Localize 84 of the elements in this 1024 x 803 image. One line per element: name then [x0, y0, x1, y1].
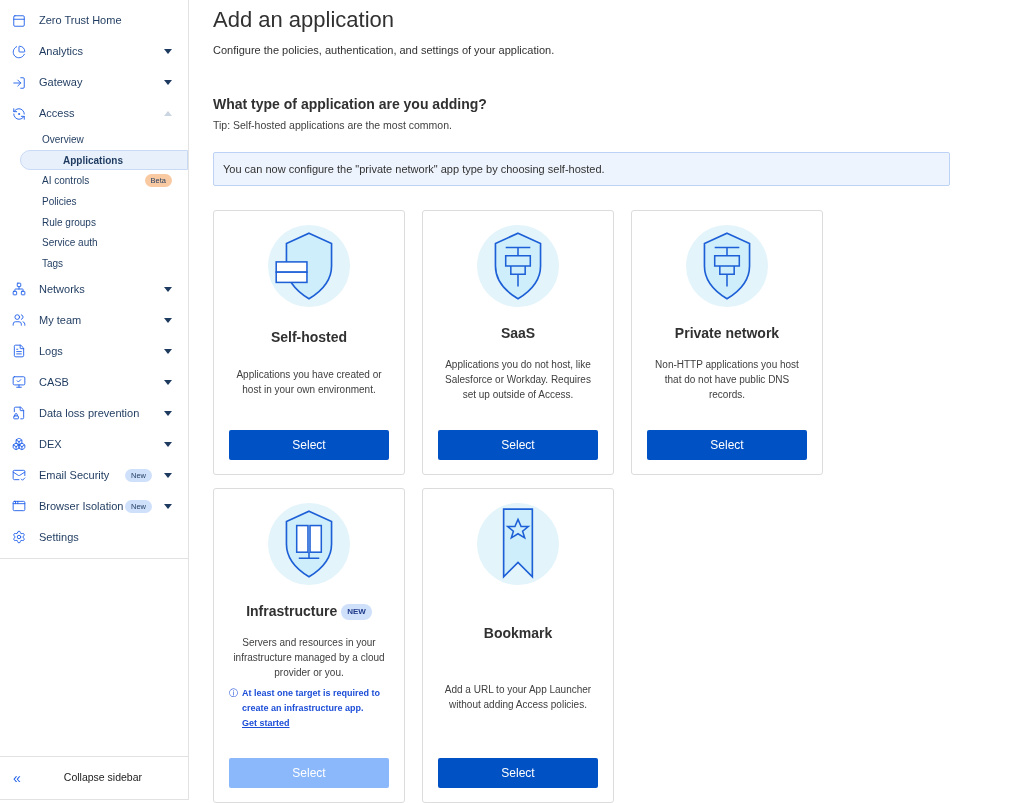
nav-icon — [12, 406, 26, 421]
nav-icon — [12, 344, 26, 359]
nav-item[interactable]: Logs — [0, 335, 188, 367]
card-description: Non-HTTP applications you host that do not have public DNS records. — [654, 358, 800, 402]
sub-nav-item[interactable]: Policies — [0, 191, 188, 212]
info-icon: ⓘ — [229, 686, 238, 701]
nav-label: Zero Trust Home — [39, 13, 122, 29]
nav-label: CASB — [39, 375, 69, 391]
nav-icon — [12, 282, 26, 297]
select-button[interactable]: Select — [438, 430, 598, 460]
nav-label: Logs — [39, 344, 63, 360]
sub-nav-item[interactable]: Overview — [0, 129, 188, 150]
select-button[interactable]: Select — [229, 430, 389, 460]
sub-nav-item[interactable]: Applications — [20, 149, 188, 171]
select-button[interactable]: Select — [438, 758, 598, 788]
card-description: Applications you do not host, like Salesforce or Workday. Requires set up outside of Access. — [444, 358, 592, 402]
caret-icon — [164, 441, 172, 447]
caret-icon — [164, 410, 172, 416]
card-description: Add a URL to your App Launcher without adding Access policies. — [443, 683, 593, 712]
caret-icon — [164, 49, 172, 54]
new-badge: NEW — [341, 603, 372, 620]
illustration-icon — [268, 225, 350, 307]
nav-item[interactable]: Zero Trust Home — [0, 5, 188, 36]
nav-item[interactable]: Data loss prevention — [0, 397, 188, 429]
card-title: Infrastructure — [246, 602, 338, 621]
card-title: Self-hosted — [270, 328, 348, 347]
caret-icon — [164, 111, 172, 116]
card-description: Servers and resources in your infrastructure managed by a cloud provider or you. — [232, 636, 386, 680]
page-subtitle: Configure the policies, authentication, and settings of your application. — [213, 43, 556, 58]
nav-item[interactable]: Access — [0, 98, 188, 129]
illustration-icon — [477, 503, 559, 585]
caret-icon — [164, 348, 172, 354]
nav-item[interactable]: My team — [0, 304, 188, 336]
nav-label: Browser Isolation — [39, 499, 124, 515]
nav-icon — [12, 499, 26, 514]
nav-label: Access — [39, 106, 75, 122]
caret-icon — [164, 379, 172, 385]
nav-label: Settings — [39, 530, 79, 546]
nav-icon — [12, 313, 26, 328]
illustration-icon — [686, 225, 768, 307]
nav-label: Networks — [39, 282, 85, 298]
nav-label: Gateway — [39, 75, 83, 91]
page-title: Add an application — [213, 6, 396, 34]
card-description: Applications you have created or host in your own environment. — [235, 368, 383, 397]
collapse-icon: « — [13, 767, 21, 789]
caret-icon — [164, 317, 172, 323]
nav-label: DEX — [39, 437, 62, 453]
nav-icon — [12, 375, 26, 390]
tip-text: Tip: Self-hosted applications are the most common. — [213, 117, 453, 133]
notice-banner: You can now configure the "private network" app type by choosing self-hosted. — [213, 152, 950, 186]
nav-icon — [12, 468, 26, 483]
collapse-sidebar-button[interactable]: « Collapse sidebar — [0, 756, 188, 799]
nav-item[interactable]: DEX — [0, 428, 188, 460]
sub-nav-item[interactable]: Tags — [0, 253, 188, 274]
nav-item[interactable]: CASB — [0, 366, 188, 398]
nav-label: Analytics — [39, 44, 84, 60]
get-started-link[interactable]: Get started — [242, 716, 290, 731]
sub-nav-item[interactable]: Rule groups — [0, 211, 188, 233]
nav-item[interactable]: Networks — [0, 273, 188, 305]
nav-label: My team — [39, 313, 82, 329]
select-button[interactable]: Select — [647, 430, 807, 460]
card-title: SaaS — [500, 324, 536, 343]
nav-icon — [12, 75, 26, 90]
info-text: At least one target is required to create an infrastructure app. — [242, 687, 382, 715]
nav-item[interactable]: Settings — [0, 521, 188, 553]
nav-item[interactable]: Analytics — [0, 36, 188, 67]
caret-icon — [164, 472, 172, 478]
nav-icon — [12, 437, 26, 452]
caret-icon — [164, 503, 172, 509]
nav-icon — [12, 13, 26, 28]
nav-item[interactable]: Gateway — [0, 67, 188, 98]
sub-nav-item[interactable]: Service auth — [0, 232, 188, 254]
nav-label: Email Security — [39, 468, 110, 484]
section-heading: What type of application are you adding? — [213, 94, 488, 114]
illustration-icon — [477, 225, 559, 307]
illustration-icon — [268, 503, 350, 585]
card-title: Private network — [674, 324, 780, 343]
nav-icon — [12, 530, 26, 545]
caret-icon — [164, 80, 172, 85]
card-title: Bookmark — [483, 624, 553, 643]
caret-icon — [164, 286, 172, 292]
nav-label: Data loss prevention — [39, 406, 140, 422]
nav-icon — [12, 106, 26, 121]
nav-icon — [12, 44, 26, 59]
